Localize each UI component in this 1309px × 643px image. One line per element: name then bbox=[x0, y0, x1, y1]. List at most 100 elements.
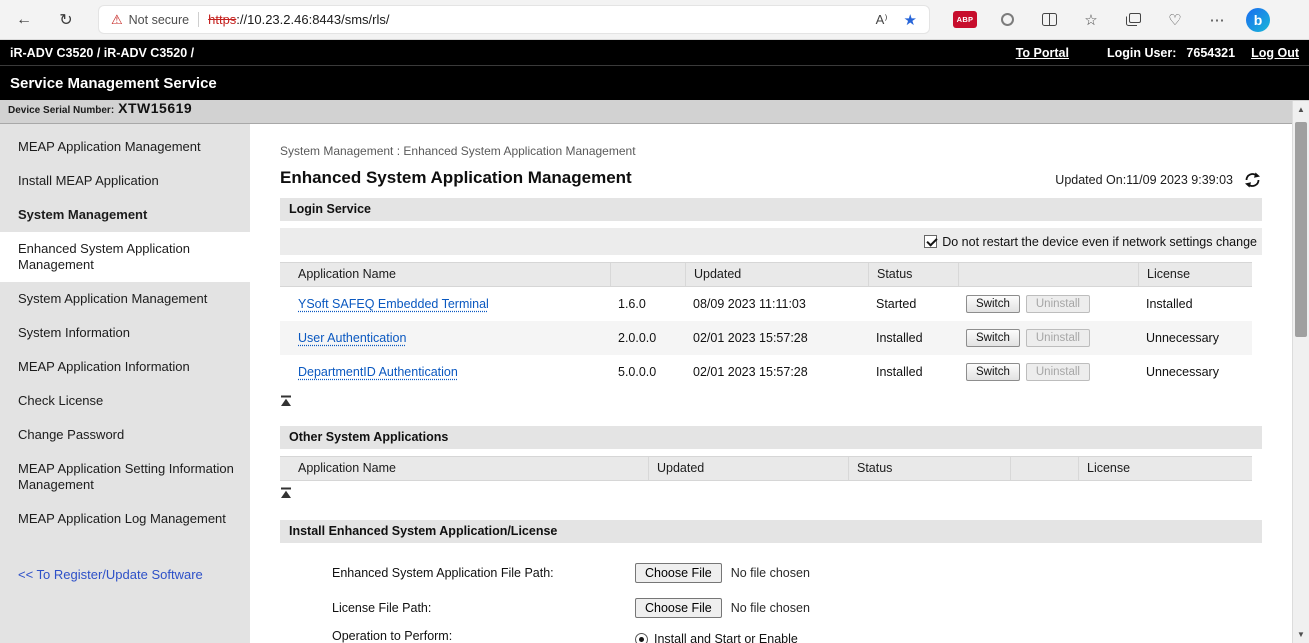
login-user-value: 7654321 bbox=[1186, 46, 1235, 60]
sidebar-item-enhanced-system-application-management[interactable]: Enhanced System Application Management bbox=[0, 232, 250, 282]
section-header-login-service: Login Service bbox=[280, 198, 1262, 221]
app-version: 5.0.0.0 bbox=[610, 355, 685, 389]
scrollbar-down-arrow[interactable]: ▼ bbox=[1293, 626, 1309, 643]
sidebar-item-meap-application-information[interactable]: MEAP Application Information bbox=[0, 350, 250, 384]
adblock-button[interactable]: ABP bbox=[950, 6, 980, 34]
read-aloud-icon[interactable]: A⁾ bbox=[876, 12, 888, 28]
split-screen-button[interactable] bbox=[1034, 6, 1064, 34]
column-actions bbox=[1010, 457, 1078, 480]
sidebar-item-system-application-management[interactable]: System Application Management bbox=[0, 282, 250, 316]
device-header-bar: iR-ADV C3520 / iR-ADV C3520 / To Portal … bbox=[0, 40, 1309, 65]
collections-button[interactable] bbox=[1118, 6, 1148, 34]
serial-bar: Device Serial Number: XTW15619 bbox=[0, 100, 1309, 124]
vertical-scrollbar[interactable]: ▲ ▼ bbox=[1292, 101, 1309, 643]
radio-install-and-start-label: Install and Start or Enable bbox=[654, 632, 798, 643]
sidebar-link-to-register-update-software[interactable]: << To Register/Update Software bbox=[0, 558, 250, 592]
operation-to-perform-label: Operation to Perform: bbox=[332, 629, 635, 643]
sidebar-item-meap-application-management[interactable]: MEAP Application Management bbox=[0, 130, 250, 164]
to-portal-link[interactable]: To Portal bbox=[1016, 46, 1069, 60]
login-user-label: Login User: bbox=[1107, 46, 1176, 60]
choose-file-button[interactable]: Choose File bbox=[635, 598, 722, 618]
update-refresh-icon bbox=[1243, 172, 1262, 188]
table-row: DepartmentID Authentication 5.0.0.0 02/0… bbox=[280, 355, 1252, 389]
column-status: Status bbox=[868, 263, 958, 286]
switch-button[interactable]: Switch bbox=[966, 329, 1020, 347]
abp-icon: ABP bbox=[953, 11, 977, 28]
screen: ← ↻ ⚠ Not secure https://10.23.2.46:8443… bbox=[0, 0, 1309, 643]
app-link-departmentid-authentication[interactable]: DepartmentID Authentication bbox=[298, 365, 458, 379]
app-version: 2.0.0.0 bbox=[610, 321, 685, 355]
file-chosen-status: No file chosen bbox=[731, 601, 810, 615]
app-status: Installed bbox=[868, 355, 958, 389]
radio-install-and-start[interactable] bbox=[635, 633, 648, 643]
operation-radio-group: Install and Start or Enable Only Install bbox=[635, 629, 798, 643]
column-updated: Updated bbox=[648, 457, 848, 480]
serial-value: XTW15619 bbox=[118, 100, 192, 116]
column-version bbox=[610, 263, 685, 286]
column-actions bbox=[958, 263, 1138, 286]
copilot-icon: b bbox=[1254, 12, 1263, 28]
section-header-install-enhanced-system-application: Install Enhanced System Application/Lice… bbox=[280, 520, 1262, 543]
back-button[interactable]: ← bbox=[10, 6, 38, 34]
scrollbar-up-arrow[interactable]: ▲ bbox=[1293, 101, 1309, 118]
address-bar[interactable]: ⚠ Not secure https://10.23.2.46:8443/sms… bbox=[98, 5, 930, 34]
url-text[interactable]: https://10.23.2.46:8443/sms/rls/ bbox=[208, 12, 389, 27]
sidebar-item-change-password[interactable]: Change Password bbox=[0, 418, 250, 452]
refresh-button[interactable]: ↻ bbox=[52, 6, 80, 34]
column-license: License bbox=[1138, 263, 1252, 286]
browser-essentials-button[interactable]: ♡ bbox=[1160, 6, 1190, 34]
sidebar-item-install-meap-application[interactable]: Install MEAP Application bbox=[0, 164, 250, 198]
url-scheme: https bbox=[208, 12, 236, 27]
column-application-name: Application Name bbox=[280, 457, 648, 480]
back-to-top-button[interactable] bbox=[280, 486, 294, 504]
favorite-star-icon[interactable]: ★ bbox=[904, 11, 917, 29]
switch-button[interactable]: Switch bbox=[966, 363, 1020, 381]
page-title: Enhanced System Application Management bbox=[280, 168, 632, 188]
collections-icon bbox=[1126, 13, 1141, 26]
extension-button[interactable] bbox=[992, 6, 1022, 34]
uninstall-button[interactable]: Uninstall bbox=[1026, 329, 1090, 347]
license-file-path-row: License File Path: Choose File No file c… bbox=[280, 596, 1262, 620]
restart-option-row: Do not restart the device even if networ… bbox=[280, 228, 1262, 255]
extensions-area: ABP ☆ ♡ ⋯ b bbox=[946, 6, 1270, 34]
file-path-row: Enhanced System Application File Path: C… bbox=[280, 561, 1262, 585]
browser-essentials-icon: ♡ bbox=[1168, 11, 1181, 29]
app-link-ysoft-safeq[interactable]: YSoft SAFEQ Embedded Terminal bbox=[298, 297, 489, 311]
sidebar-item-meap-application-log-management[interactable]: MEAP Application Log Management bbox=[0, 502, 250, 536]
device-title: iR-ADV C3520 / iR-ADV C3520 / bbox=[10, 46, 194, 60]
column-application-name: Application Name bbox=[280, 263, 610, 286]
not-secure-icon: ⚠ bbox=[111, 12, 123, 28]
split-screen-icon bbox=[1042, 13, 1057, 26]
copilot-button[interactable]: b bbox=[1246, 8, 1270, 32]
sidebar-item-meap-application-setting-information-management[interactable]: MEAP Application Setting Information Man… bbox=[0, 452, 250, 502]
operation-to-perform-row: Operation to Perform: Install and Start … bbox=[280, 629, 1262, 643]
back-to-top-button[interactable] bbox=[280, 394, 294, 412]
back-to-top-icon bbox=[280, 487, 292, 499]
app-updated: 02/01 2023 15:57:28 bbox=[685, 355, 868, 389]
app-link-user-authentication[interactable]: User Authentication bbox=[298, 331, 406, 345]
other-apps-table-header: Application Name Updated Status License bbox=[280, 456, 1252, 481]
app-updated: 02/01 2023 15:57:28 bbox=[685, 321, 868, 355]
uninstall-button[interactable]: Uninstall bbox=[1026, 295, 1090, 313]
no-restart-checkbox[interactable] bbox=[924, 235, 937, 248]
choose-file-button[interactable]: Choose File bbox=[635, 563, 722, 583]
sidebar-item-check-license[interactable]: Check License bbox=[0, 384, 250, 418]
more-icon: ⋯ bbox=[1210, 11, 1225, 29]
favorites-button[interactable]: ☆ bbox=[1076, 6, 1106, 34]
omnibox-divider bbox=[198, 12, 199, 27]
switch-button[interactable]: Switch bbox=[966, 295, 1020, 313]
updated-on-text: Updated On:11/09 2023 9:39:03 bbox=[1055, 173, 1233, 187]
sidebar: MEAP Application Management Install MEAP… bbox=[0, 124, 250, 643]
log-out-link[interactable]: Log Out bbox=[1251, 46, 1299, 60]
not-secure-label[interactable]: Not secure bbox=[129, 13, 189, 27]
update-refresh-button[interactable] bbox=[1243, 172, 1262, 188]
uninstall-button[interactable]: Uninstall bbox=[1026, 363, 1090, 381]
back-icon: ← bbox=[16, 11, 32, 29]
app-license: Installed bbox=[1138, 287, 1252, 321]
settings-more-button[interactable]: ⋯ bbox=[1202, 6, 1232, 34]
scrollbar-thumb[interactable] bbox=[1295, 122, 1307, 337]
sidebar-item-system-information[interactable]: System Information bbox=[0, 316, 250, 350]
breadcrumb: System Management : Enhanced System Appl… bbox=[280, 144, 1262, 158]
serial-label: Device Serial Number: bbox=[8, 105, 114, 116]
browser-toolbar: ← ↻ ⚠ Not secure https://10.23.2.46:8443… bbox=[0, 0, 1309, 40]
